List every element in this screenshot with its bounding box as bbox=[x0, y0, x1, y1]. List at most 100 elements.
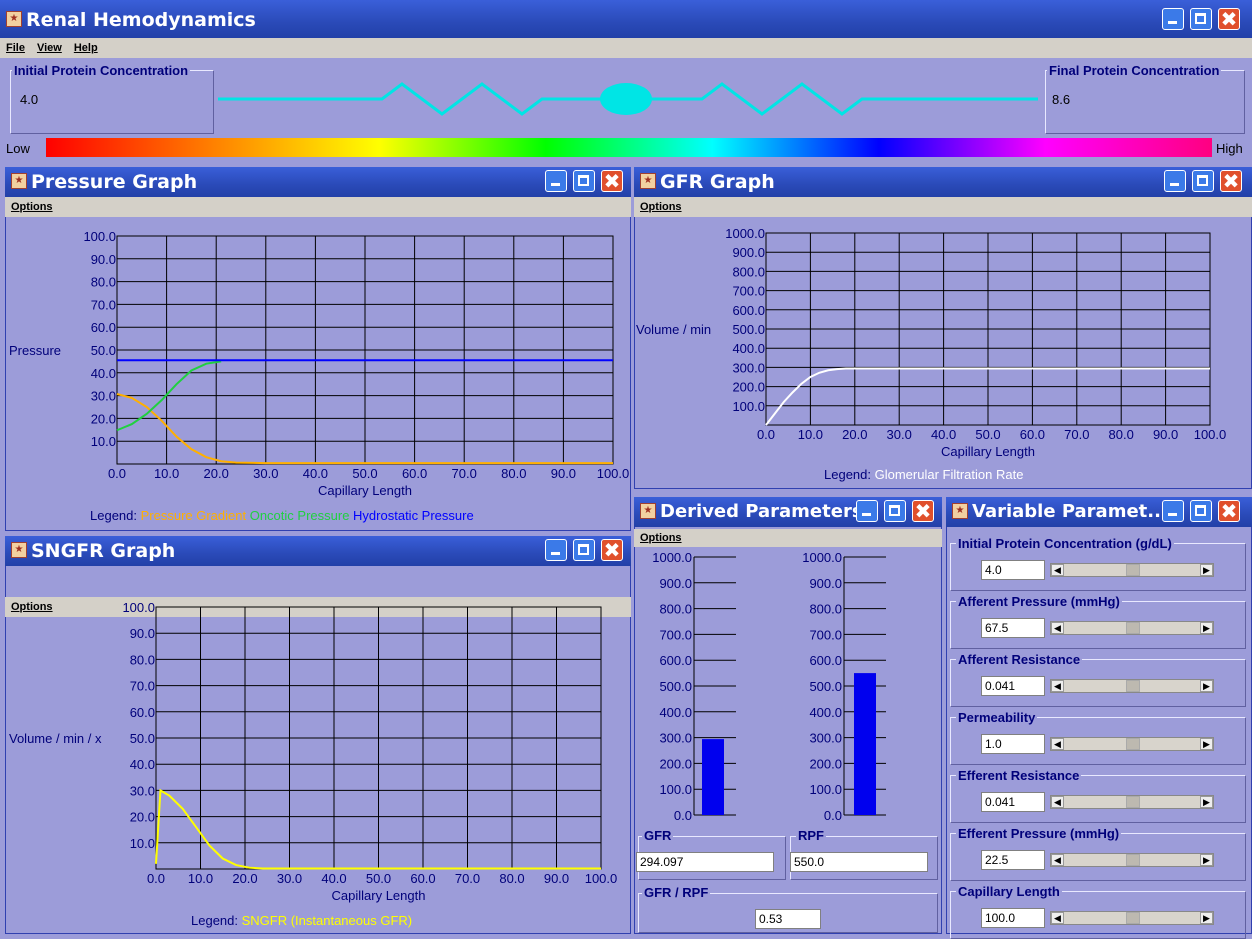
minimize-button[interactable] bbox=[1164, 170, 1186, 192]
x-tick-label: 40.0 bbox=[321, 871, 346, 886]
scroll-right-icon[interactable]: ▶ bbox=[1200, 912, 1213, 924]
param-value-field[interactable]: 100.0 bbox=[981, 908, 1045, 928]
close-button[interactable]: ✖ bbox=[1220, 170, 1242, 192]
y-axis-label: Volume / min bbox=[636, 322, 711, 337]
slider-thumb[interactable] bbox=[1126, 912, 1140, 924]
y-tick-label: 70.0 bbox=[91, 297, 116, 312]
slider-thumb[interactable] bbox=[1126, 622, 1140, 634]
scroll-left-icon[interactable]: ◀ bbox=[1051, 564, 1064, 576]
derived-menubar: Options bbox=[634, 529, 942, 547]
x-tick-label: 60.0 bbox=[402, 466, 427, 481]
variable-title-bar[interactable]: ★ Variable Paramet... ✖ bbox=[946, 497, 1252, 527]
param-slider[interactable]: ◀ ▶ bbox=[1050, 795, 1214, 809]
slider-thumb[interactable] bbox=[1126, 796, 1140, 808]
close-button[interactable]: ✖ bbox=[1218, 500, 1240, 522]
scroll-left-icon[interactable]: ◀ bbox=[1051, 796, 1064, 808]
x-tick-label: 100.0 bbox=[1194, 427, 1227, 442]
options-menu[interactable]: Options bbox=[640, 201, 682, 213]
main-title-bar[interactable]: ★ Renal Hemodynamics ✖ bbox=[0, 0, 1252, 38]
x-tick-label: 100.0 bbox=[585, 871, 618, 886]
final-protein-value: 8.6 bbox=[1052, 92, 1071, 107]
maximize-button[interactable] bbox=[1192, 170, 1214, 192]
close-button[interactable]: ✖ bbox=[1218, 8, 1240, 30]
bar-rpf bbox=[854, 673, 876, 815]
scroll-right-icon[interactable]: ▶ bbox=[1200, 854, 1213, 866]
param-slider[interactable]: ◀ ▶ bbox=[1050, 621, 1214, 635]
maximize-button[interactable] bbox=[573, 170, 595, 192]
param-value-field[interactable]: 0.041 bbox=[981, 676, 1045, 696]
y-tick-label: 10.0 bbox=[130, 836, 155, 851]
y-tick-label: 900.0 bbox=[732, 245, 765, 260]
scroll-left-icon[interactable]: ◀ bbox=[1051, 622, 1064, 634]
maximize-button[interactable] bbox=[1190, 500, 1212, 522]
sngfr-title-bar[interactable]: ★ SNGFR Graph ✖ bbox=[5, 536, 631, 566]
scroll-left-icon[interactable]: ◀ bbox=[1051, 912, 1064, 924]
slider-thumb[interactable] bbox=[1126, 680, 1140, 692]
y-tick-label: 100.0 bbox=[83, 229, 116, 244]
slider-thumb[interactable] bbox=[1126, 854, 1140, 866]
slider-thumb[interactable] bbox=[1126, 738, 1140, 750]
rpf-value-field[interactable]: 550.0 bbox=[790, 852, 928, 872]
maximize-button[interactable] bbox=[884, 500, 906, 522]
close-button[interactable]: ✖ bbox=[601, 539, 623, 561]
options-menu[interactable]: Options bbox=[640, 532, 682, 544]
param-slider[interactable]: ◀ ▶ bbox=[1050, 737, 1214, 751]
derived-title-bar[interactable]: ★ Derived Parameters ✖ bbox=[634, 497, 942, 527]
scroll-right-icon[interactable]: ▶ bbox=[1200, 796, 1213, 808]
ratio-value-field[interactable]: 0.53 bbox=[755, 909, 821, 929]
param-value-field[interactable]: 0.041 bbox=[981, 792, 1045, 812]
param-slider[interactable]: ◀ ▶ bbox=[1050, 853, 1214, 867]
sngfr-title: SNGFR Graph bbox=[31, 540, 176, 562]
variable-title: Variable Paramet... bbox=[972, 501, 1168, 522]
x-tick-label: 70.0 bbox=[452, 466, 477, 481]
param-value-field[interactable]: 22.5 bbox=[981, 850, 1045, 870]
param-value-field[interactable]: 1.0 bbox=[981, 734, 1045, 754]
legend-prefix: Legend: bbox=[90, 508, 141, 523]
slider-thumb[interactable] bbox=[1126, 564, 1140, 576]
options-menu[interactable]: Options bbox=[11, 201, 53, 213]
gfr-value-field[interactable]: 294.097 bbox=[636, 852, 774, 872]
close-button[interactable]: ✖ bbox=[912, 500, 934, 522]
minimize-button[interactable] bbox=[1162, 8, 1184, 30]
pressure-title: Pressure Graph bbox=[31, 171, 198, 193]
x-tick-label: 90.0 bbox=[551, 466, 576, 481]
menu-view[interactable]: View bbox=[37, 42, 62, 54]
scroll-right-icon[interactable]: ▶ bbox=[1200, 738, 1213, 750]
bar-tick-label: 300.0 bbox=[809, 731, 842, 746]
bar-tick-label: 800.0 bbox=[809, 602, 842, 617]
minimize-button[interactable] bbox=[1162, 500, 1184, 522]
x-tick-label: 70.0 bbox=[1064, 427, 1089, 442]
scroll-right-icon[interactable]: ▶ bbox=[1200, 622, 1213, 634]
param-label: Capillary Length bbox=[956, 884, 1062, 899]
menu-file[interactable]: File bbox=[6, 42, 25, 54]
scroll-left-icon[interactable]: ◀ bbox=[1051, 854, 1064, 866]
param-slider[interactable]: ◀ ▶ bbox=[1050, 563, 1214, 577]
scroll-right-icon[interactable]: ▶ bbox=[1200, 564, 1213, 576]
y-tick-label: 1000.0 bbox=[725, 226, 765, 241]
bar-tick-label: 500.0 bbox=[809, 679, 842, 694]
x-axis-label: Capillary Length bbox=[332, 888, 426, 903]
param-slider[interactable]: ◀ ▶ bbox=[1050, 911, 1214, 925]
gfr-title-bar[interactable]: ★ GFR Graph ✖ bbox=[634, 167, 1252, 197]
spectrum-bar bbox=[46, 138, 1212, 157]
gfr-value-label: GFR bbox=[642, 828, 674, 843]
param-value-field[interactable]: 67.5 bbox=[981, 618, 1045, 638]
scroll-left-icon[interactable]: ◀ bbox=[1051, 680, 1064, 692]
x-tick-label: 70.0 bbox=[455, 871, 480, 886]
y-tick-label: 40.0 bbox=[91, 366, 116, 381]
minimize-button[interactable] bbox=[856, 500, 878, 522]
menu-help[interactable]: Help bbox=[74, 42, 98, 54]
window-icon: ★ bbox=[11, 173, 27, 189]
legend: Legend: Pressure Gradient Oncotic Pressu… bbox=[90, 508, 474, 523]
param-value-field[interactable]: 4.0 bbox=[981, 560, 1045, 580]
maximize-button[interactable] bbox=[573, 539, 595, 561]
pressure-title-bar[interactable]: ★ Pressure Graph ✖ bbox=[5, 167, 631, 197]
scroll-left-icon[interactable]: ◀ bbox=[1051, 738, 1064, 750]
minimize-button[interactable] bbox=[545, 170, 567, 192]
param-slider[interactable]: ◀ ▶ bbox=[1050, 679, 1214, 693]
bar-tick-label: 700.0 bbox=[659, 627, 692, 642]
maximize-button[interactable] bbox=[1190, 8, 1212, 30]
close-button[interactable]: ✖ bbox=[601, 170, 623, 192]
minimize-button[interactable] bbox=[545, 539, 567, 561]
scroll-right-icon[interactable]: ▶ bbox=[1200, 680, 1213, 692]
